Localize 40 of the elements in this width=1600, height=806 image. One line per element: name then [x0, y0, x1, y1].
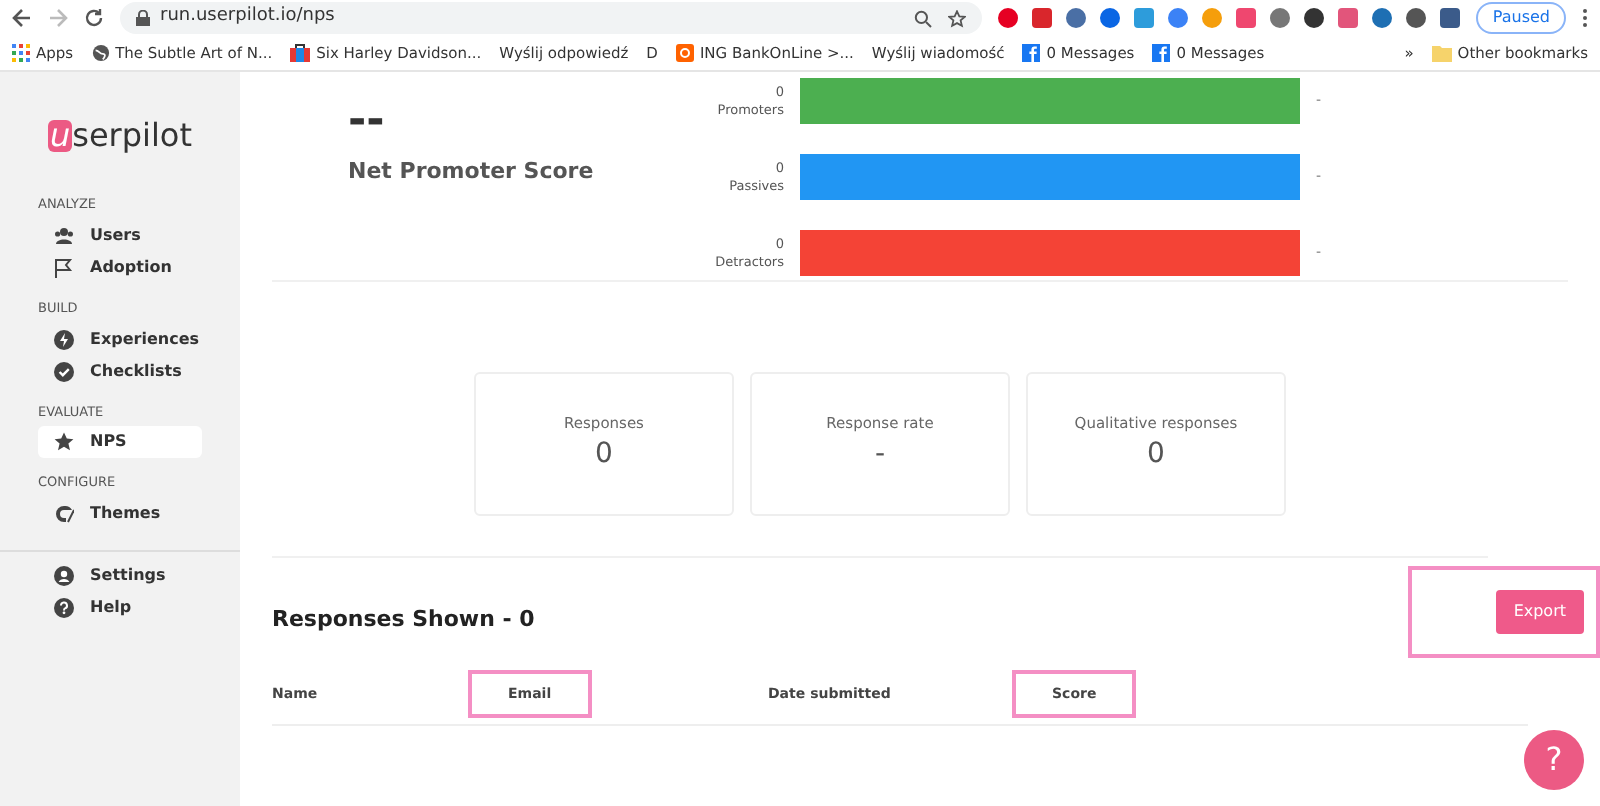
user-circle-icon — [54, 566, 74, 586]
lock-icon — [136, 10, 150, 26]
sidebar-item[interactable]: Help — [38, 592, 202, 624]
kebab-menu-icon[interactable] — [1582, 8, 1588, 28]
back-icon[interactable] — [12, 8, 32, 28]
nps-title: Net Promoter Score — [348, 156, 596, 188]
url-text: run.userpilot.io/nps — [160, 4, 335, 31]
shopping-bag-icon — [290, 44, 311, 62]
sidebar-item[interactable]: Settings — [38, 560, 202, 592]
stat-value: - — [874, 436, 886, 475]
logo-mark: u — [47, 120, 73, 152]
extension-icon[interactable] — [1304, 8, 1325, 28]
sidebar-item[interactable]: Experiences — [38, 323, 202, 355]
zoom-icon[interactable] — [914, 9, 933, 27]
facebook-icon — [1152, 44, 1171, 62]
profile-button[interactable]: Paused — [1476, 2, 1566, 34]
star-icon — [54, 432, 74, 453]
sidebar-item[interactable]: Adoption — [38, 251, 202, 284]
help-circle-icon — [54, 598, 74, 618]
flag-icon — [54, 257, 74, 278]
folder-icon — [1431, 44, 1452, 62]
check-circle-icon — [54, 361, 74, 381]
extension-icon[interactable] — [1440, 8, 1461, 28]
sidebar-item[interactable]: Checklists — [38, 355, 202, 387]
lightning-icon — [54, 329, 74, 349]
nps-score: -- — [348, 100, 387, 144]
facebook-icon — [1022, 44, 1041, 62]
extension-icon[interactable] — [1406, 8, 1427, 28]
apps-grid-icon — [12, 44, 30, 62]
sidebar-item[interactable]: NPS — [38, 426, 202, 459]
star-icon[interactable] — [948, 9, 967, 27]
address-bar[interactable]: run.userpilot.io/nps — [120, 2, 983, 34]
users-icon — [54, 225, 74, 246]
responses-title: Responses Shown - 0 — [272, 603, 535, 636]
reload-icon[interactable] — [84, 8, 104, 28]
sidebar-item[interactable]: Themes — [38, 498, 202, 530]
sidebar-item[interactable]: Users — [38, 219, 202, 252]
stat-value: 0 — [595, 436, 613, 475]
logo-text: serpilot — [72, 114, 192, 158]
stat-value: 0 — [1147, 436, 1165, 475]
